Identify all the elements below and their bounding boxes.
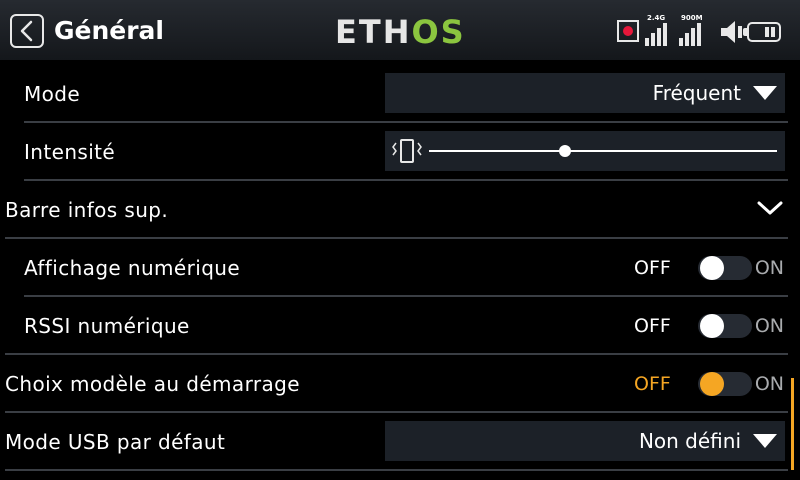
section-info-bar[interactable]: Barre infos sup. — [0, 181, 800, 239]
toggle-on-label: ON — [754, 373, 784, 395]
section-label: Barre infos sup. — [5, 198, 169, 222]
divider — [5, 469, 788, 471]
signal-900m-icon: 900M — [679, 14, 707, 46]
mode-label: Mode — [24, 82, 81, 106]
usb-mode-value: Non défini — [638, 429, 741, 453]
ethos-logo: ETHOS — [335, 13, 466, 51]
model-choice-toggle[interactable]: OFF ON — [624, 355, 784, 413]
toggle-track[interactable] — [698, 372, 752, 396]
intensity-slider[interactable] — [385, 131, 785, 171]
chevron-down-icon[interactable] — [757, 200, 783, 216]
rssi-numeric-toggle[interactable]: OFF ON — [624, 297, 784, 355]
toggle-knob[interactable] — [700, 314, 724, 338]
dropdown-caret-icon — [753, 434, 777, 448]
signal-2-4g-icon: 2.4G — [645, 14, 673, 46]
toggle-knob[interactable] — [700, 256, 724, 280]
dropdown-caret-icon — [753, 86, 777, 100]
toggle-off-label: OFF — [634, 315, 671, 337]
record-icon[interactable] — [617, 20, 639, 42]
slider-track[interactable] — [429, 150, 777, 152]
slider-thumb[interactable] — [558, 145, 571, 157]
intensity-label: Intensité — [24, 140, 116, 164]
back-button[interactable] — [10, 14, 44, 48]
row-rssi-numeric: RSSI numérique OFF ON — [0, 297, 800, 355]
usb-mode-select[interactable]: Non défini — [385, 421, 785, 461]
row-model-choice-startup: Choix modèle au démarrage OFF ON — [0, 355, 800, 413]
toggle-track[interactable] — [698, 314, 752, 338]
mode-value: Fréquent — [652, 81, 741, 105]
toggle-track[interactable] — [698, 256, 752, 280]
back-icon — [20, 20, 33, 42]
rssi-numeric-label: RSSI numérique — [24, 314, 190, 338]
page-title: Général — [54, 16, 164, 45]
speaker-icon — [721, 21, 742, 43]
vibration-icon — [392, 139, 422, 163]
row-intensity: Intensité — [0, 123, 800, 181]
toggle-on-label: ON — [754, 257, 784, 279]
mode-select[interactable]: Fréquent — [385, 73, 785, 113]
toggle-off-label: OFF — [634, 257, 671, 279]
row-mode: Mode Fréquent — [0, 65, 800, 123]
toggle-knob[interactable] — [700, 372, 724, 396]
header-bar: Général ETHOS 2.4G 900M — [0, 0, 800, 60]
scrollbar[interactable] — [791, 378, 794, 470]
numeric-display-toggle[interactable]: OFF ON — [624, 239, 784, 297]
model-choice-label: Choix modèle au démarrage — [5, 372, 300, 396]
row-usb-mode: Mode USB par défaut Non défini — [0, 413, 800, 471]
battery-icon — [743, 22, 781, 42]
toggle-off-label: OFF — [634, 373, 671, 395]
usb-mode-label: Mode USB par défaut — [5, 430, 226, 454]
numeric-display-label: Affichage numérique — [24, 256, 241, 280]
toggle-on-label: ON — [754, 315, 784, 337]
row-numeric-display: Affichage numérique OFF ON — [0, 239, 800, 297]
